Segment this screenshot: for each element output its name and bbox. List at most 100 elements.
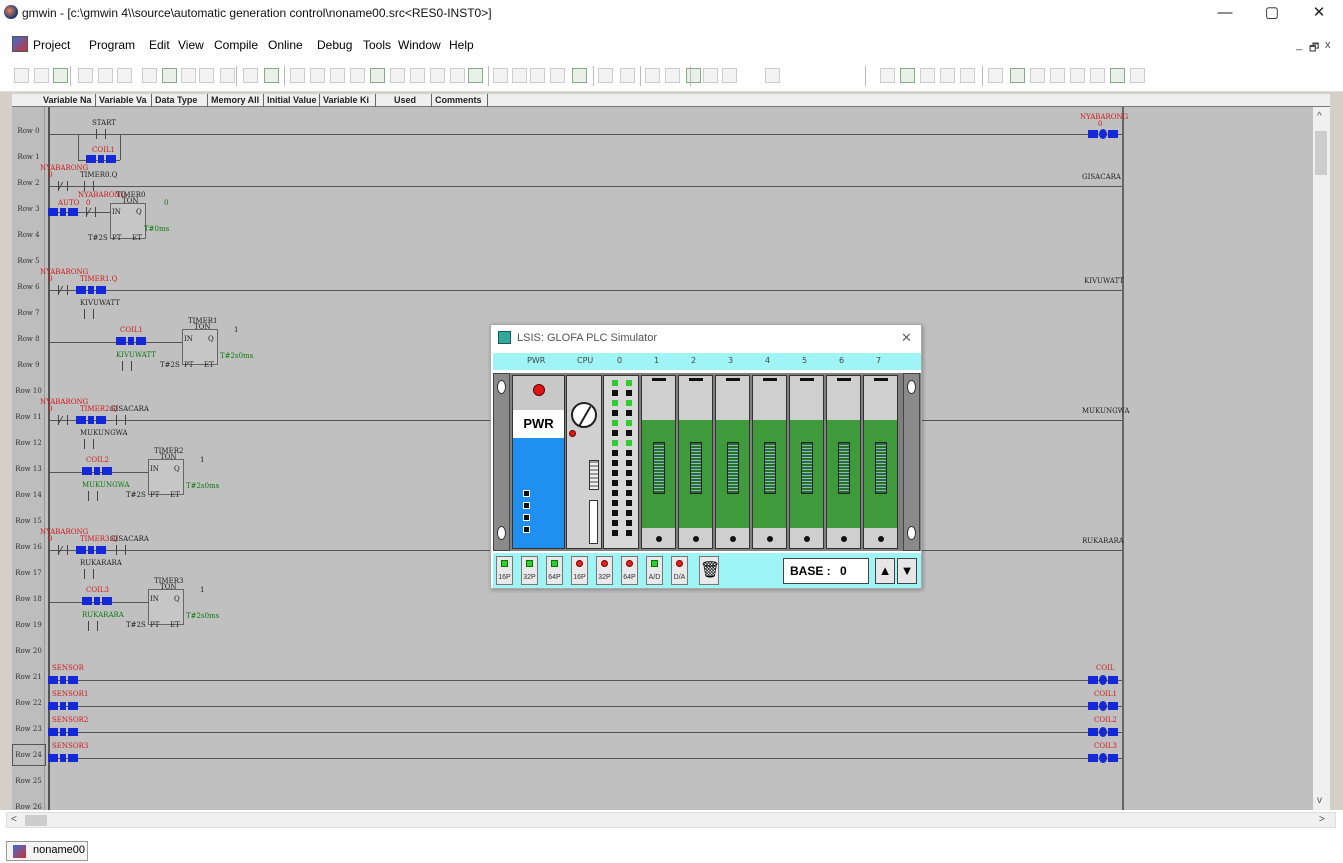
- simulator-close-button[interactable]: ✕: [901, 330, 912, 346]
- cpu-module[interactable]: [566, 375, 602, 549]
- module-16p-input-button[interactable]: 16P: [496, 556, 513, 585]
- rukarara-contact[interactable]: [78, 569, 100, 579]
- toolbar-icon[interactable]: [550, 68, 565, 83]
- module-da-button[interactable]: D/A: [671, 556, 688, 585]
- mdi-restore-button[interactable]: 🗗: [1309, 39, 1319, 58]
- toolbar-icon[interactable]: [53, 68, 68, 83]
- coil3-contact[interactable]: [82, 596, 112, 606]
- menu-compile[interactable]: Compile: [214, 38, 258, 52]
- simulator-title-bar[interactable]: LSIS: GLOFA PLC Simulator ✕: [491, 325, 921, 351]
- scroll-left-icon[interactable]: <: [11, 814, 17, 825]
- module-16p-output-button[interactable]: 16P: [571, 556, 588, 585]
- toolbar-icon[interactable]: [722, 68, 737, 83]
- menu-help[interactable]: Help: [449, 38, 474, 52]
- mdi-minimize-button[interactable]: _: [1296, 39, 1302, 51]
- sensor1-contact[interactable]: [48, 701, 78, 711]
- nyabarong-nc-contact-4[interactable]: [52, 415, 74, 425]
- plc-simulator-window[interactable]: LSIS: GLOFA PLC Simulator ✕ PWR CPU 0 1 …: [490, 324, 922, 589]
- menu-tools[interactable]: Tools: [363, 38, 391, 52]
- coil1-output-coil[interactable]: [1088, 701, 1118, 711]
- toolbar-icon[interactable]: [620, 68, 635, 83]
- menu-window[interactable]: Window: [398, 38, 441, 52]
- col-initial-value[interactable]: Initial Value: [264, 94, 320, 107]
- toolbar-icon[interactable]: [14, 68, 29, 83]
- toolbar-icon[interactable]: [350, 68, 365, 83]
- toolbar-icon[interactable]: [880, 68, 895, 83]
- col-used[interactable]: Used: [376, 94, 432, 107]
- menu-edit[interactable]: Edit: [149, 38, 170, 52]
- toolbar-icon[interactable]: [34, 68, 49, 83]
- toolbar-icon[interactable]: [199, 68, 214, 83]
- toolbar-icon[interactable]: [142, 68, 157, 83]
- minimize-button[interactable]: —: [1207, 2, 1243, 24]
- power-module[interactable]: PWR: [512, 375, 565, 549]
- module-64p-input-button[interactable]: 64P: [546, 556, 563, 585]
- coil3-output-coil[interactable]: [1088, 753, 1118, 763]
- toolbar-icon[interactable]: [530, 68, 545, 83]
- module-ad-button[interactable]: A/D: [646, 556, 663, 585]
- base-up-button[interactable]: ▲: [875, 558, 895, 584]
- scroll-right-icon[interactable]: >: [1319, 814, 1325, 825]
- toolbar-icon[interactable]: [900, 68, 915, 83]
- col-memory-alloc[interactable]: Memory All: [208, 94, 264, 107]
- empty-slot-1[interactable]: [641, 375, 676, 549]
- toolbar-icon[interactable]: [310, 68, 325, 83]
- toolbar-icon[interactable]: [430, 68, 445, 83]
- nyabarong-output-coil[interactable]: [1088, 129, 1118, 139]
- toolbar-icon[interactable]: [598, 68, 613, 83]
- toolbar-icon[interactable]: [703, 68, 718, 83]
- empty-slot-7[interactable]: [863, 375, 898, 549]
- module-64p-output-button[interactable]: 64P: [621, 556, 638, 585]
- document-icon[interactable]: [12, 36, 28, 52]
- gisacara-contact-2[interactable]: [110, 545, 132, 555]
- nyabarong-nc-contact[interactable]: [52, 181, 74, 191]
- toolbar-icon[interactable]: [960, 68, 975, 83]
- menu-online[interactable]: Online: [268, 38, 303, 52]
- module-32p-output-button[interactable]: 32P: [596, 556, 613, 585]
- menu-view[interactable]: View: [178, 38, 204, 52]
- toolbar-icon[interactable]: [493, 68, 508, 83]
- toolbar-icon[interactable]: [512, 68, 527, 83]
- toolbar-icon[interactable]: [390, 68, 405, 83]
- coil2-output-coil[interactable]: [1088, 727, 1118, 737]
- auto-contact[interactable]: [48, 207, 78, 217]
- coil2-contact[interactable]: [82, 466, 112, 476]
- menu-debug[interactable]: Debug: [317, 38, 352, 52]
- nyabarong-nc-contact-2[interactable]: [80, 207, 102, 217]
- coil1-contact-2[interactable]: [116, 336, 146, 346]
- sensor2-contact[interactable]: [48, 727, 78, 737]
- empty-slot-4[interactable]: [752, 375, 787, 549]
- toolbar-icon[interactable]: [1130, 68, 1145, 83]
- base-down-button[interactable]: ▼: [897, 558, 917, 584]
- toolbar-icon[interactable]: [1110, 68, 1125, 83]
- close-button[interactable]: ✕: [1301, 2, 1337, 24]
- toolbar-icon[interactable]: [645, 68, 660, 83]
- toolbar-icon[interactable]: [1070, 68, 1085, 83]
- mukungwa-contact-2[interactable]: [82, 491, 104, 501]
- toolbar-icon[interactable]: [1010, 68, 1025, 83]
- document-tab[interactable]: noname00: [6, 841, 88, 861]
- toolbar-icon[interactable]: [98, 68, 113, 83]
- toolbar-icon[interactable]: [264, 68, 279, 83]
- maximize-button[interactable]: ▢: [1254, 2, 1290, 24]
- toolbar-icon[interactable]: [765, 68, 780, 83]
- col-data-type[interactable]: Data Type: [152, 94, 208, 107]
- sensor3-contact[interactable]: [48, 753, 78, 763]
- toolbar-icon[interactable]: [410, 68, 425, 83]
- col-variable-name[interactable]: Variable Na: [40, 94, 96, 107]
- toolbar-icon[interactable]: [243, 68, 258, 83]
- vertical-scroll-thumb[interactable]: [1315, 131, 1327, 175]
- toolbar-icon[interactable]: [181, 68, 196, 83]
- timer3q-contact[interactable]: [76, 545, 106, 555]
- module-32p-input-button[interactable]: 32P: [521, 556, 538, 585]
- rukarara-contact-2[interactable]: [82, 621, 104, 631]
- toolbar-icon[interactable]: [940, 68, 955, 83]
- col-variable-value[interactable]: Variable Va: [96, 94, 152, 107]
- scroll-down-icon[interactable]: v: [1317, 795, 1322, 806]
- toolbar-icon[interactable]: [686, 68, 701, 83]
- kivuwatt-contact[interactable]: [78, 309, 100, 319]
- nyabarong-nc-contact-3[interactable]: [52, 285, 74, 295]
- scroll-up-icon[interactable]: ^: [1317, 111, 1322, 122]
- timer1q-contact[interactable]: [76, 285, 106, 295]
- toolbar-icon[interactable]: [1090, 68, 1105, 83]
